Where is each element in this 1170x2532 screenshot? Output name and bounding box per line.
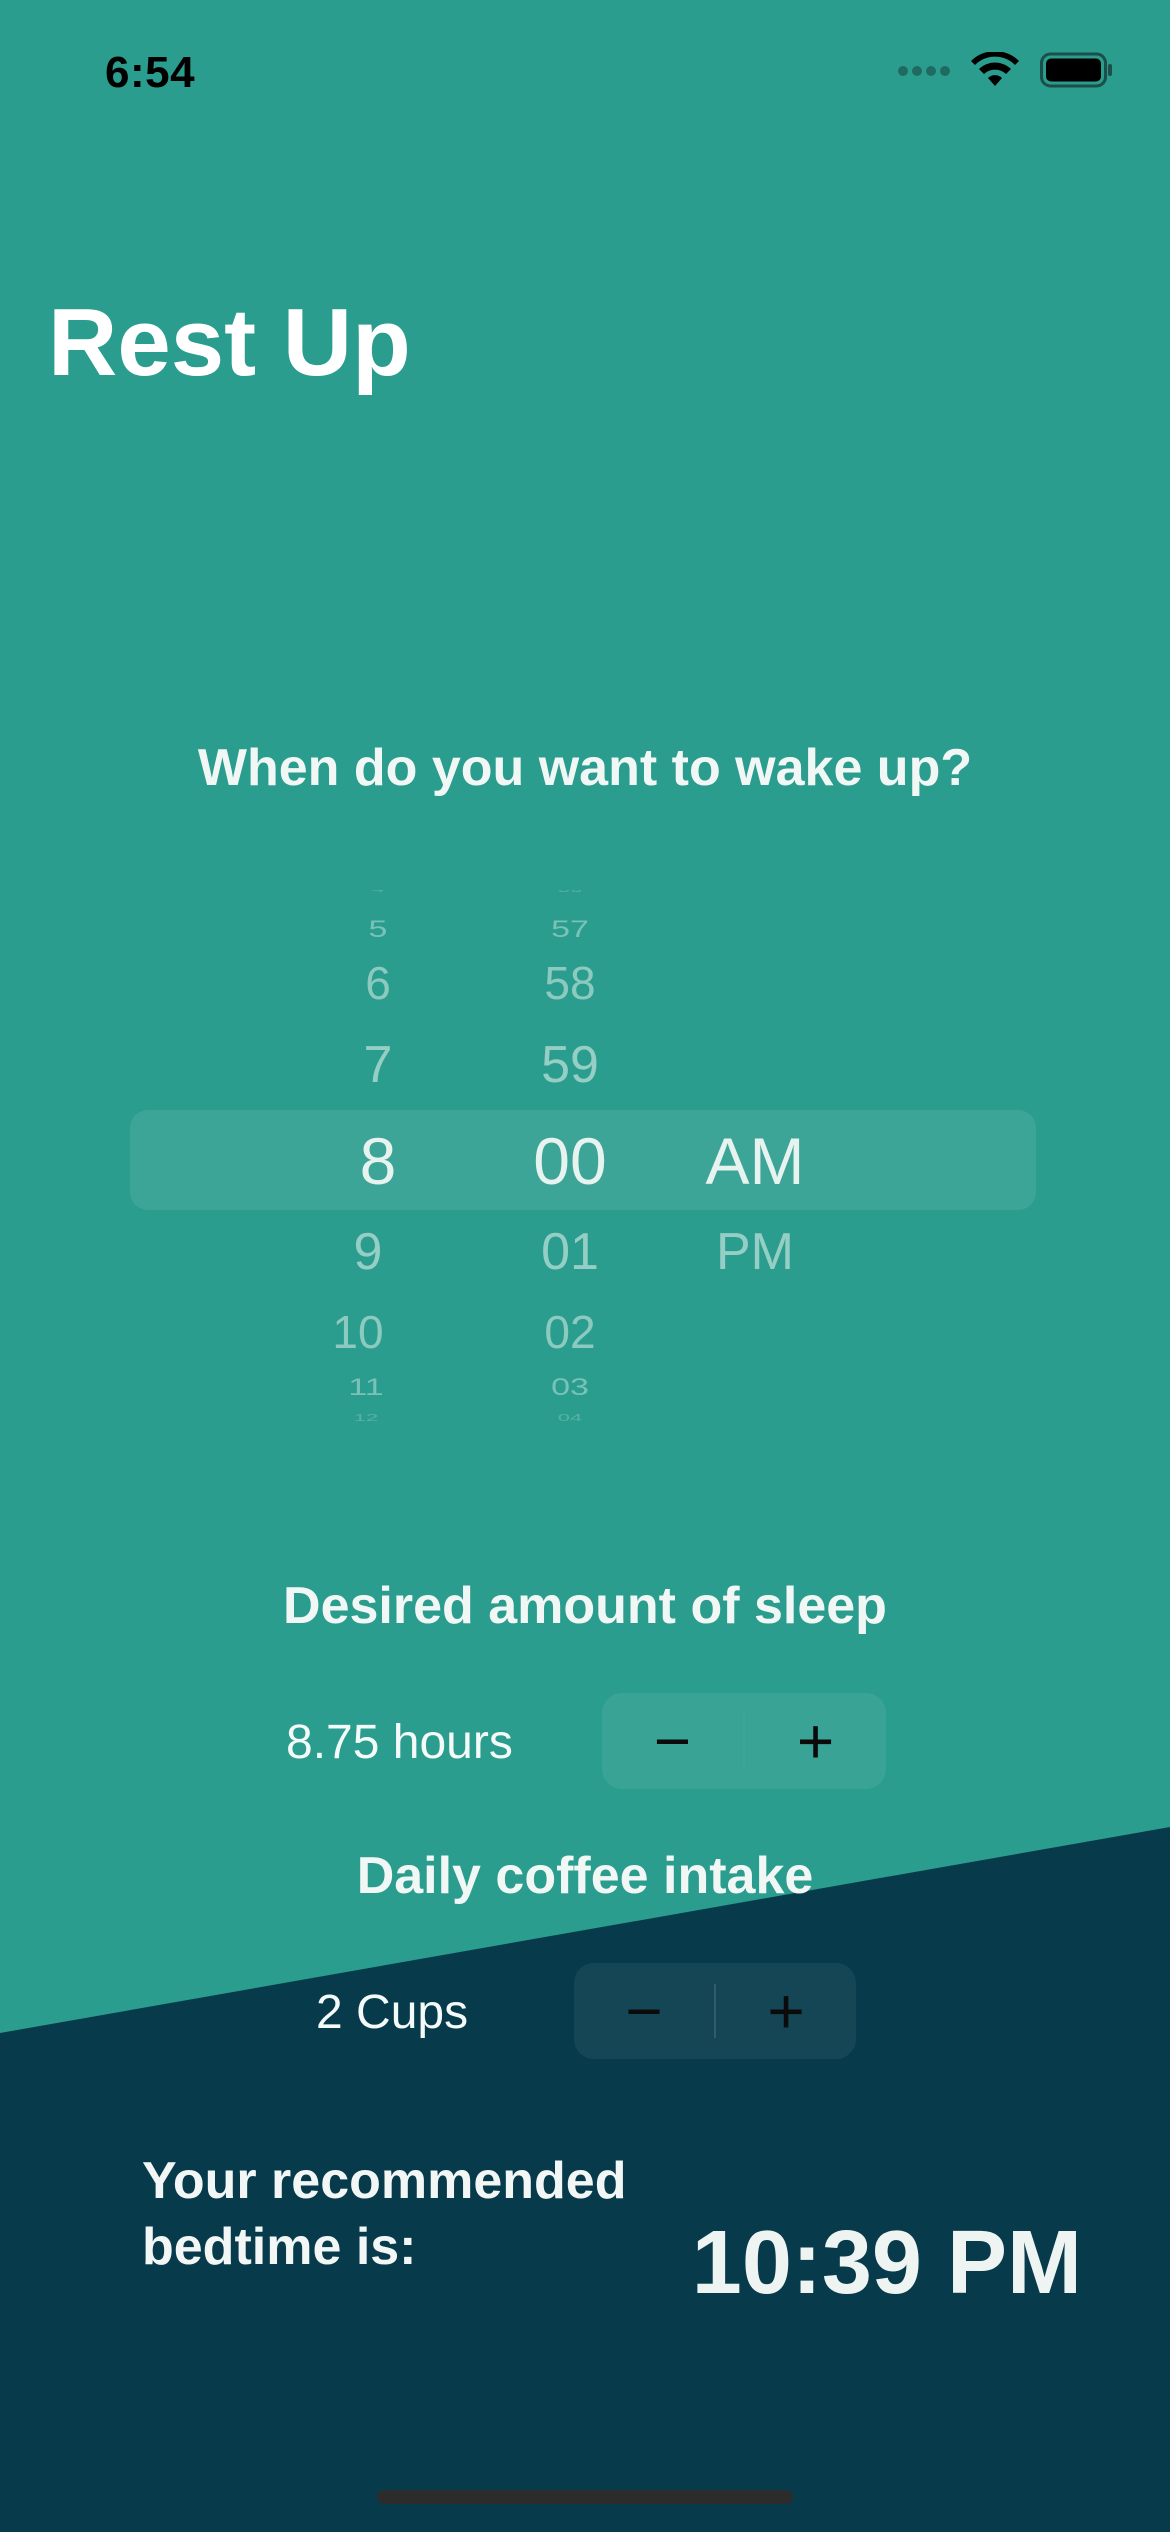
coffee-increment-button[interactable]: + xyxy=(716,1963,856,2059)
picker-minute-selected[interactable]: 00 xyxy=(510,1123,630,1199)
picker-hour-option[interactable]: 6 xyxy=(318,956,438,1010)
coffee-intake-stepper[interactable]: − + xyxy=(574,1963,856,2059)
picker-hour-option[interactable]: 9 xyxy=(308,1222,428,1282)
recommended-bedtime-label: Your recommended bedtime is: xyxy=(142,2148,626,2280)
picker-hour-column[interactable]: 4 5 6 7 8 9 10 11 12 xyxy=(318,890,438,1430)
battery-icon xyxy=(1040,52,1112,88)
sleep-amount-label: Desired amount of sleep xyxy=(283,1577,887,1635)
sleep-amount-value: 8.75 hours xyxy=(286,1716,513,1769)
picker-hour-option[interactable]: 7 xyxy=(318,1035,438,1095)
signal-icon xyxy=(898,66,950,76)
recommended-bedtime-label-line2: bedtime is: xyxy=(142,2218,417,2276)
picker-minute-option[interactable]: 04 xyxy=(510,1412,630,1424)
picker-period-option[interactable]: PM xyxy=(690,1222,820,1282)
picker-hour-selected[interactable]: 8 xyxy=(318,1123,438,1199)
sleep-decrement-button[interactable]: − xyxy=(602,1693,743,1789)
sleep-amount-stepper[interactable]: − + xyxy=(602,1693,886,1789)
picker-minute-option[interactable]: 02 xyxy=(510,1305,630,1359)
picker-hour-option[interactable]: 12 xyxy=(306,1412,426,1424)
coffee-intake-label: Daily coffee intake xyxy=(356,1847,814,1905)
picker-minute-option[interactable]: 01 xyxy=(510,1222,630,1282)
wake-time-picker[interactable]: 4 5 6 7 8 9 10 11 12 56 57 58 59 00 01 0… xyxy=(0,890,1170,1430)
picker-hour-option[interactable]: 5 xyxy=(318,916,438,943)
picker-minute-option[interactable]: 56 xyxy=(510,890,630,895)
wifi-icon xyxy=(971,52,1019,86)
picker-minute-option[interactable]: 59 xyxy=(510,1035,630,1095)
picker-hour-option[interactable]: 11 xyxy=(306,1374,426,1401)
picker-period-column[interactable]: AM PM xyxy=(690,890,820,1430)
picker-period-selected[interactable]: AM xyxy=(690,1123,820,1199)
picker-minute-column[interactable]: 56 57 58 59 00 01 02 03 04 xyxy=(510,890,630,1430)
home-indicator[interactable] xyxy=(377,2490,793,2504)
recommended-bedtime-value: 10:39 PM xyxy=(691,2213,1082,2313)
status-bar-time: 6:54 xyxy=(105,48,196,97)
page-title: Rest Up xyxy=(48,289,411,396)
recommended-bedtime-label-line1: Your recommended xyxy=(142,2152,627,2210)
picker-minute-option[interactable]: 57 xyxy=(510,916,630,943)
coffee-intake-value: 2 Cups xyxy=(316,1986,469,2039)
picker-hour-option[interactable]: 10 xyxy=(298,1305,418,1359)
picker-hour-option[interactable]: 4 xyxy=(318,890,438,895)
status-bar-icons xyxy=(898,52,1114,88)
coffee-decrement-button[interactable]: − xyxy=(574,1963,714,2059)
picker-minute-option[interactable]: 58 xyxy=(510,956,630,1010)
sleep-increment-button[interactable]: + xyxy=(745,1693,886,1789)
wake-question-label: When do you want to wake up? xyxy=(197,739,973,797)
picker-minute-option[interactable]: 03 xyxy=(510,1374,630,1401)
